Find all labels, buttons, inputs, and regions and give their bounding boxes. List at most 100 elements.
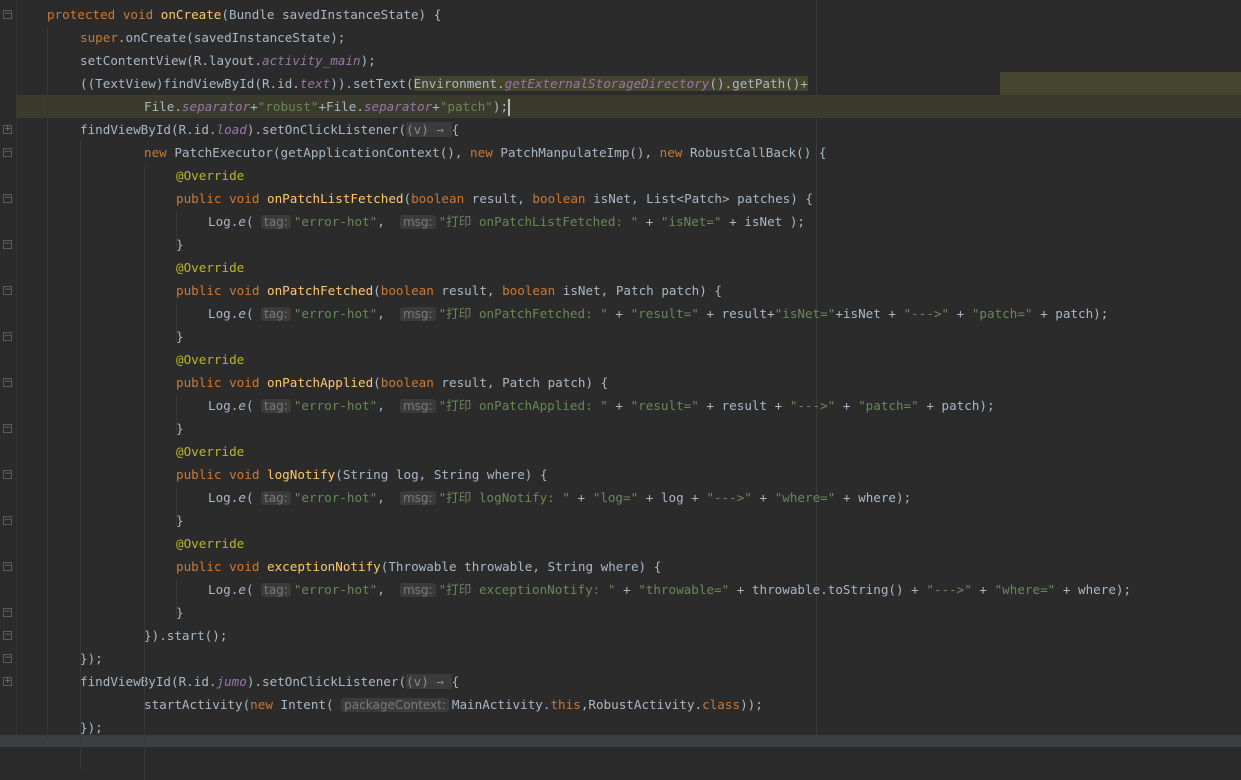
line-content: @Override — [176, 440, 244, 463]
code-line[interactable]: Log.e( tag: "error-hot", msg: "打印 logNotif… — [0, 486, 1241, 509]
code-line[interactable]: new PatchExecutor(getApplicationContext(… — [0, 141, 1241, 164]
keyword: boolean — [380, 283, 442, 298]
line-content: public void logNotify(String log, String… — [176, 463, 548, 486]
code-line[interactable]: public void onPatchListFetched(boolean r… — [0, 187, 1241, 210]
parameter-hint: msg: — [399, 491, 436, 505]
code-line[interactable]: startActivity(new Intent( packageContext… — [0, 693, 1241, 716]
string-literal: "patch=" — [971, 306, 1033, 321]
code-line[interactable]: Log.e( tag: "error-hot", msg: "打印 onPatchA… — [0, 394, 1241, 417]
code-line[interactable]: @Override — [0, 348, 1241, 371]
indent-guide — [176, 578, 177, 618]
code-line[interactable]: } — [0, 509, 1241, 532]
code-text: ).setOnClickListener( — [246, 674, 407, 689]
lambda-param: (v) → — [406, 122, 452, 137]
code-line[interactable]: } — [0, 417, 1241, 440]
keyword: new — [470, 145, 501, 160]
code-line[interactable]: super.onCreate(savedInstanceState); — [0, 26, 1241, 49]
code-text: + — [751, 490, 775, 505]
keyword: public void — [176, 283, 267, 298]
code-line[interactable]: Log.e( tag: "error-hot", msg: "打印 onPatchL… — [0, 210, 1241, 233]
string-literal: "error-hot" — [293, 306, 378, 321]
field-ref: activity_main — [261, 53, 361, 68]
code-line[interactable]: @Override — [0, 440, 1241, 463]
string-literal: "isNet=" — [660, 214, 722, 229]
code-text: (String log, String where) { — [335, 467, 548, 482]
code-line[interactable]: }); — [0, 647, 1241, 670]
string-literal: "打印 onPatchListFetched: " — [438, 214, 639, 229]
code-text: ( — [245, 306, 262, 321]
code-line[interactable]: @Override — [0, 256, 1241, 279]
string-literal: "log=" — [592, 490, 639, 505]
code-text: ( — [403, 191, 412, 206]
indent-guide — [176, 486, 177, 526]
code-text: Log. — [208, 490, 239, 505]
string-literal: "isNet=" — [774, 306, 836, 321]
code-text: + throwable.toString() + — [729, 582, 927, 597]
string-literal: "--->" — [926, 582, 972, 597]
code-text: Log. — [208, 398, 239, 413]
code-line[interactable]: Log.e( tag: "error-hot", msg: "打印 exceptio… — [0, 578, 1241, 601]
code-line[interactable]: findViewById(R.id.load).setOnClickListen… — [0, 118, 1241, 141]
line-content: Log.e( tag: "error-hot", msg: "打印 logNotif… — [208, 486, 911, 510]
code-line[interactable]: setContentView(R.layout.activity_main); — [0, 49, 1241, 72]
parameter-hint: tag: — [261, 307, 291, 321]
code-line[interactable]: } — [0, 601, 1241, 624]
parameter-hint: tag: — [261, 215, 291, 229]
line-content: super.onCreate(savedInstanceState); — [80, 26, 345, 49]
indent-guide — [176, 302, 177, 342]
code-text: ( — [373, 375, 381, 390]
string-literal: "打印 exceptionNotify: " — [438, 582, 616, 597]
code-editor[interactable]: protected void onCreate(Bundle savedInst… — [0, 3, 1241, 739]
line-content: findViewById(R.id.load).setOnClickListen… — [80, 118, 459, 141]
code-line[interactable]: public void onPatchFetched(boolean resul… — [0, 279, 1241, 302]
code-text: + — [607, 306, 631, 321]
string-literal: "error-hot" — [293, 490, 378, 505]
text-caret — [508, 99, 511, 116]
code-line[interactable]: @Override — [0, 532, 1241, 555]
code-text: , — [377, 582, 400, 597]
code-text: )).setText( — [330, 76, 414, 91]
code-text: + patch); — [1032, 306, 1109, 321]
code-line[interactable]: public void onPatchApplied(boolean resul… — [0, 371, 1241, 394]
code-text: } — [176, 513, 184, 528]
code-line[interactable]: protected void onCreate(Bundle savedInst… — [0, 3, 1241, 26]
horizontal-scrollbar[interactable] — [0, 735, 1241, 747]
keyword: public void — [176, 559, 267, 574]
code-line[interactable]: @Override — [0, 164, 1241, 187]
keyword: boolean — [502, 283, 563, 298]
code-text: } — [176, 329, 184, 344]
code-text: ( — [373, 283, 381, 298]
code-line[interactable]: } — [0, 325, 1241, 348]
code-text: + result + — [698, 398, 790, 413]
code-text: ((TextView)findViewById(R.id. — [80, 76, 300, 91]
field-ref: load — [216, 122, 247, 137]
code-line[interactable]: }).start(); — [0, 624, 1241, 647]
highlighted-text: Environment. — [413, 76, 505, 91]
code-line[interactable]: } — [0, 233, 1241, 256]
code-text: }); — [80, 651, 103, 666]
code-line[interactable]: findViewById(R.id.jumo).setOnClickListen… — [0, 670, 1241, 693]
line-content: @Override — [176, 164, 244, 187]
code-text: findViewById(R.id. — [80, 122, 217, 137]
code-line[interactable]: ((TextView)findViewById(R.id.text)).setT… — [0, 72, 1241, 95]
code-text: ); — [492, 99, 509, 114]
string-literal: "error-hot" — [293, 214, 378, 229]
string-literal: "where=" — [994, 582, 1056, 597]
code-line[interactable]: public void logNotify(String log, String… — [0, 463, 1241, 486]
code-text: + — [607, 398, 631, 413]
line-content: startActivity(new Intent( packageContext… — [144, 693, 763, 717]
code-line[interactable]: public void exceptionNotify(Throwable th… — [0, 555, 1241, 578]
keyword: this — [550, 697, 581, 712]
selection-highlight — [1000, 72, 1241, 95]
annotation: @Override — [176, 352, 245, 367]
method-name: onPatchListFetched — [267, 191, 404, 206]
line-content: File.separator+"robust"+File.separator+"… — [144, 95, 511, 118]
code-text: + isNet ); — [721, 214, 805, 229]
annotation: @Override — [176, 168, 245, 183]
code-line-current[interactable]: File.separator+"robust"+File.separator+"… — [16, 95, 1241, 118]
line-content: } — [176, 509, 184, 532]
code-text: + result+ — [698, 306, 775, 321]
lambda-param: (v) → — [406, 674, 452, 689]
code-line[interactable]: Log.e( tag: "error-hot", msg: "打印 onPatchF… — [0, 302, 1241, 325]
code-text: } — [176, 237, 184, 252]
